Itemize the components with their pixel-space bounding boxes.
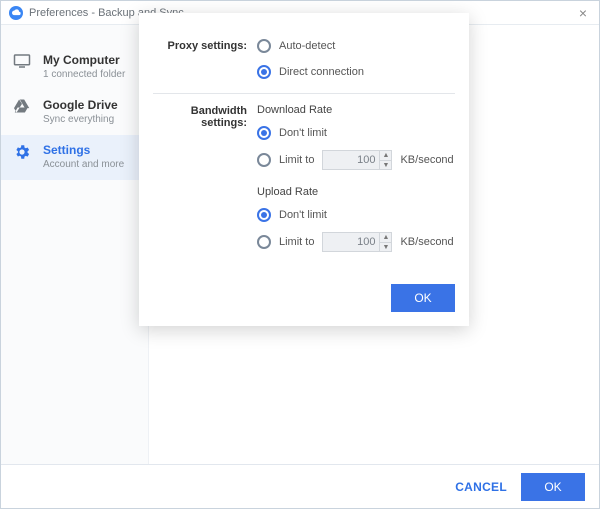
radio-icon bbox=[257, 235, 271, 249]
unit-label: KB/second bbox=[400, 236, 453, 248]
footer: CANCEL OK bbox=[1, 464, 599, 508]
option-label: Direct connection bbox=[279, 66, 364, 78]
app-icon bbox=[9, 6, 23, 20]
upload-limit-input[interactable]: 100 ▲▼ bbox=[322, 232, 392, 252]
radio-icon bbox=[257, 208, 271, 222]
download-rate-group: Download Rate Don't limit Limit to 100 ▲… bbox=[257, 104, 455, 170]
upload-dont-limit-option[interactable]: Don't limit bbox=[257, 208, 455, 222]
upload-rate-group: Upload Rate Don't limit Limit to 100 ▲▼ bbox=[257, 186, 455, 252]
radio-icon bbox=[257, 65, 271, 79]
ok-button[interactable]: OK bbox=[521, 473, 585, 501]
sidebar-item-settings[interactable]: Settings Account and more bbox=[1, 135, 148, 180]
download-rate-title: Download Rate bbox=[257, 104, 455, 116]
cancel-button[interactable]: CANCEL bbox=[455, 480, 507, 494]
close-icon[interactable]: × bbox=[575, 4, 591, 22]
upload-limit-to-option[interactable]: Limit to 100 ▲▼ KB/second bbox=[257, 232, 455, 252]
download-dont-limit-option[interactable]: Don't limit bbox=[257, 126, 455, 140]
sidebar-item-google-drive[interactable]: Google Drive Sync everything bbox=[1, 90, 148, 135]
sidebar-item-label: My Computer bbox=[43, 53, 125, 67]
option-label: Don't limit bbox=[279, 127, 327, 139]
spinner-icon[interactable]: ▲▼ bbox=[379, 233, 391, 251]
proxy-section: Proxy settings: Auto-detect Direct conne… bbox=[153, 29, 455, 93]
radio-icon bbox=[257, 153, 271, 167]
download-limit-input[interactable]: 100 ▲▼ bbox=[322, 150, 392, 170]
sidebar-item-sublabel: Account and more bbox=[43, 159, 124, 170]
radio-icon bbox=[257, 126, 271, 140]
sidebar: My Computer 1 connected folder Google Dr… bbox=[1, 25, 149, 464]
dialog-ok-button[interactable]: OK bbox=[391, 284, 455, 312]
sidebar-item-my-computer[interactable]: My Computer 1 connected folder bbox=[1, 45, 148, 90]
monitor-icon bbox=[11, 53, 33, 80]
radio-icon bbox=[257, 39, 271, 53]
input-value: 100 bbox=[323, 154, 379, 166]
proxy-label: Proxy settings: bbox=[153, 39, 257, 79]
download-limit-to-option[interactable]: Limit to 100 ▲▼ KB/second bbox=[257, 150, 455, 170]
option-label: Limit to bbox=[279, 154, 314, 166]
input-value: 100 bbox=[323, 236, 379, 248]
spinner-icon[interactable]: ▲▼ bbox=[379, 151, 391, 169]
gear-icon bbox=[11, 143, 33, 170]
upload-rate-title: Upload Rate bbox=[257, 186, 455, 198]
dialog-footer: OK bbox=[153, 266, 455, 312]
preferences-window: Preferences - Backup and Sync × My Compu… bbox=[0, 0, 600, 509]
sidebar-item-label: Settings bbox=[43, 143, 124, 157]
sidebar-item-label: Google Drive bbox=[43, 98, 118, 112]
unit-label: KB/second bbox=[400, 154, 453, 166]
network-settings-dialog: Proxy settings: Auto-detect Direct conne… bbox=[139, 13, 469, 326]
option-label: Don't limit bbox=[279, 209, 327, 221]
proxy-auto-detect-option[interactable]: Auto-detect bbox=[257, 39, 455, 53]
option-label: Limit to bbox=[279, 236, 314, 248]
option-label: Auto-detect bbox=[279, 40, 335, 52]
bandwidth-label: Bandwidth settings: bbox=[153, 104, 257, 252]
bandwidth-section: Bandwidth settings: Download Rate Don't … bbox=[153, 93, 455, 266]
drive-icon bbox=[11, 98, 33, 125]
sidebar-item-sublabel: 1 connected folder bbox=[43, 69, 125, 80]
proxy-direct-connection-option[interactable]: Direct connection bbox=[257, 65, 455, 79]
sidebar-item-sublabel: Sync everything bbox=[43, 114, 118, 125]
